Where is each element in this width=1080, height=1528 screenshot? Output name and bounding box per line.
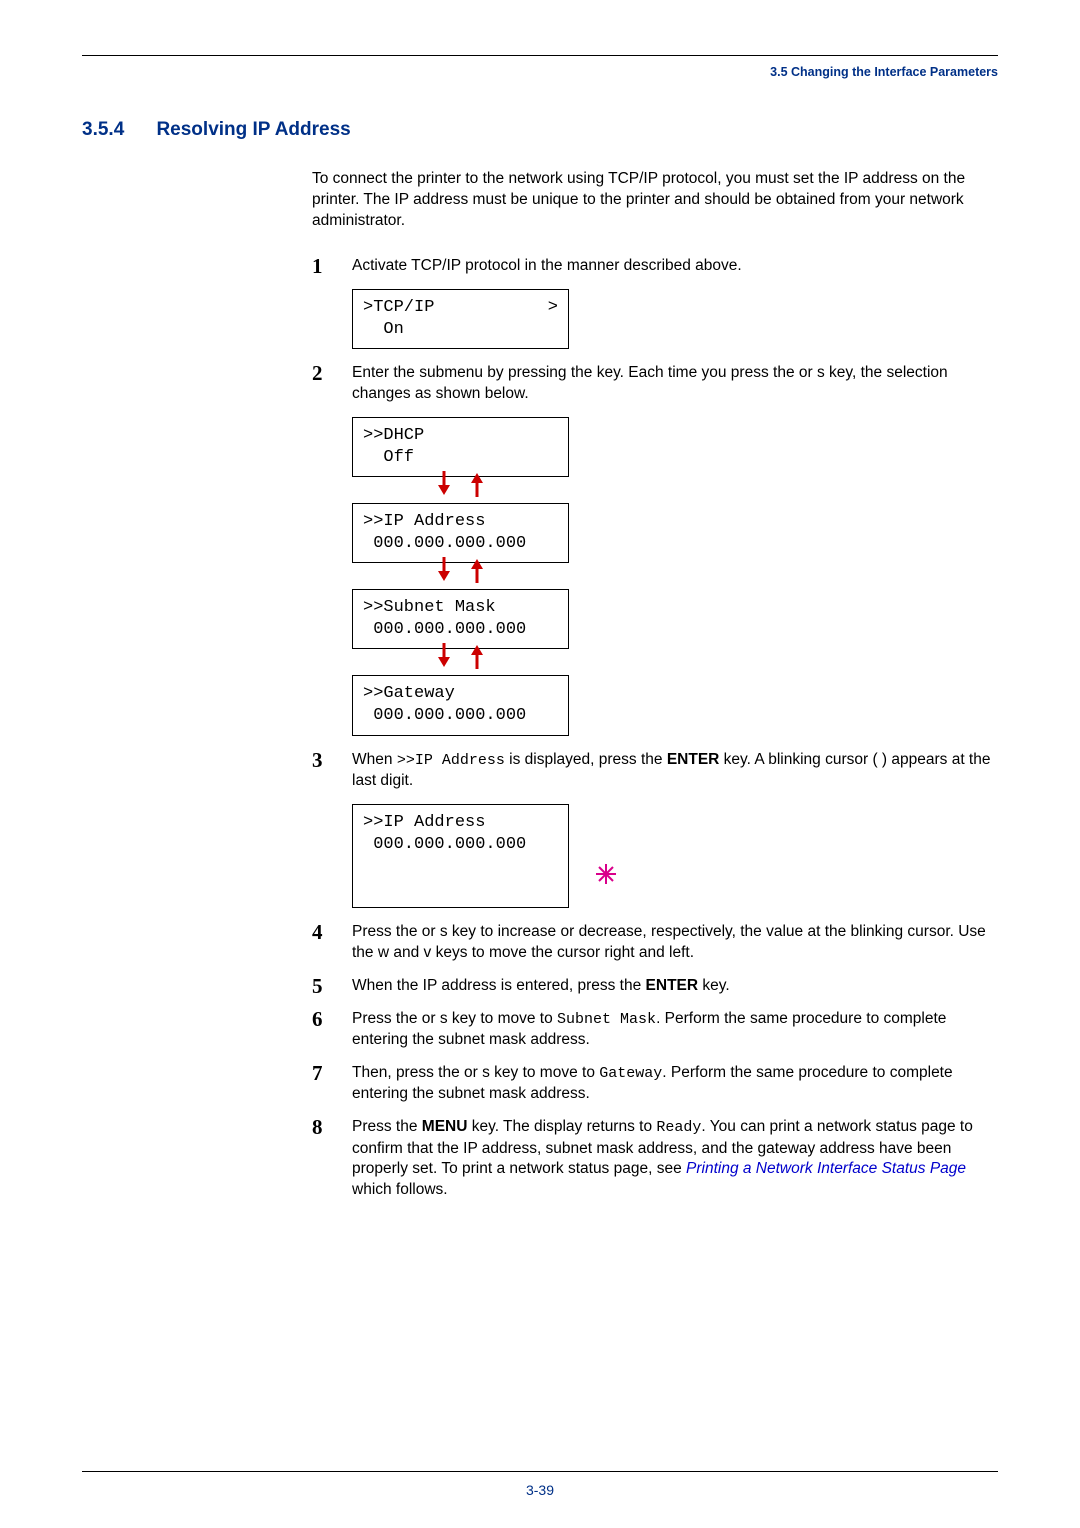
step-2-number: 2 [312, 363, 352, 405]
arrow-connector [352, 643, 569, 671]
step-8-text: Press the MENU key. The display returns … [352, 1117, 998, 1201]
arrow-up-icon [469, 643, 485, 669]
arrow-down-icon [436, 557, 452, 583]
lcd-ip-address: >>IP Address 000.000.000.000 [352, 503, 569, 563]
cross-ref-link[interactable]: Printing a Network Interface Status Page [686, 1160, 966, 1177]
lcd-tcpip: >TCP/IP > On [352, 289, 569, 349]
top-rule [82, 55, 998, 57]
lcd-line: 000.000.000.000 [363, 706, 526, 725]
section-heading: 3.5.4 Resolving IP Address [82, 119, 998, 141]
step-8: 8 Press the MENU key. The display return… [312, 1117, 998, 1201]
lcd-line: >>IP Address [363, 813, 485, 832]
step-4-text: Press the or s key to increase or decrea… [352, 922, 998, 964]
lcd-line: >TCP/IP [363, 298, 434, 317]
lcd-line: 000.000.000.000 [363, 835, 526, 854]
lcd-subnet-mask: >>Subnet Mask 000.000.000.000 [352, 589, 569, 649]
bottom-rule [82, 1471, 998, 1472]
section-title: Resolving IP Address [156, 119, 350, 140]
lcd-line: >>Gateway [363, 684, 455, 703]
step-6-number: 6 [312, 1009, 352, 1051]
step-1: 1 Activate TCP/IP protocol in the manner… [312, 256, 998, 277]
step-2-text: Enter the submenu by pressing the key. E… [352, 363, 998, 405]
step-7-number: 7 [312, 1063, 352, 1105]
lcd-ip-edit: >>IP Address 000.000.000.000 [352, 804, 569, 908]
lcd-line: >>DHCP [363, 426, 424, 445]
step-5-number: 5 [312, 976, 352, 997]
arrow-down-icon [436, 471, 452, 497]
lcd-gateway: >>Gateway 000.000.000.000 [352, 675, 569, 735]
step-7-text: Then, press the or s key to move to Gate… [352, 1063, 998, 1105]
lcd-dhcp: >>DHCP Off [352, 417, 569, 477]
intro-paragraph: To connect the printer to the network us… [312, 169, 998, 232]
arrow-down-icon [436, 643, 452, 669]
step-5-text: When the IP address is entered, press th… [352, 976, 998, 997]
step-2: 2 Enter the submenu by pressing the key.… [312, 363, 998, 405]
lcd-gt: > [548, 297, 558, 319]
step-1-number: 1 [312, 256, 352, 277]
lcd-line: >>Subnet Mask [363, 598, 496, 617]
step-6: 6 Press the or s key to move to Subnet M… [312, 1009, 998, 1051]
page-number: 3-39 [0, 1482, 1080, 1498]
step-8-number: 8 [312, 1117, 352, 1201]
step-4: 4 Press the or s key to increase or decr… [312, 922, 998, 964]
step-3-number: 3 [312, 750, 352, 792]
section-number: 3.5.4 [82, 119, 152, 141]
step-3-text: When >>IP Address is displayed, press th… [352, 750, 998, 792]
arrow-up-icon [469, 557, 485, 583]
lcd-line: 000.000.000.000 [363, 620, 526, 639]
lcd-line: Off [363, 448, 414, 467]
lcd-line: On [363, 320, 404, 339]
step-1-text: Activate TCP/IP protocol in the manner d… [352, 256, 998, 277]
step-5: 5 When the IP address is entered, press … [312, 976, 998, 997]
step-3: 3 When >>IP Address is displayed, press … [312, 750, 998, 792]
arrow-up-icon [469, 471, 485, 497]
step-4-number: 4 [312, 922, 352, 964]
step-7: 7 Then, press the or s key to move to Ga… [312, 1063, 998, 1105]
arrow-connector [352, 471, 569, 499]
arrow-connector [352, 557, 569, 585]
cursor-blink-icon [534, 841, 554, 859]
running-head: 3.5 Changing the Interface Parameters [82, 65, 998, 79]
lcd-line: 000.000.000.000 [363, 534, 526, 553]
step-6-text: Press the or s key to move to Subnet Mas… [352, 1009, 998, 1051]
lcd-line: >>IP Address [363, 512, 485, 531]
